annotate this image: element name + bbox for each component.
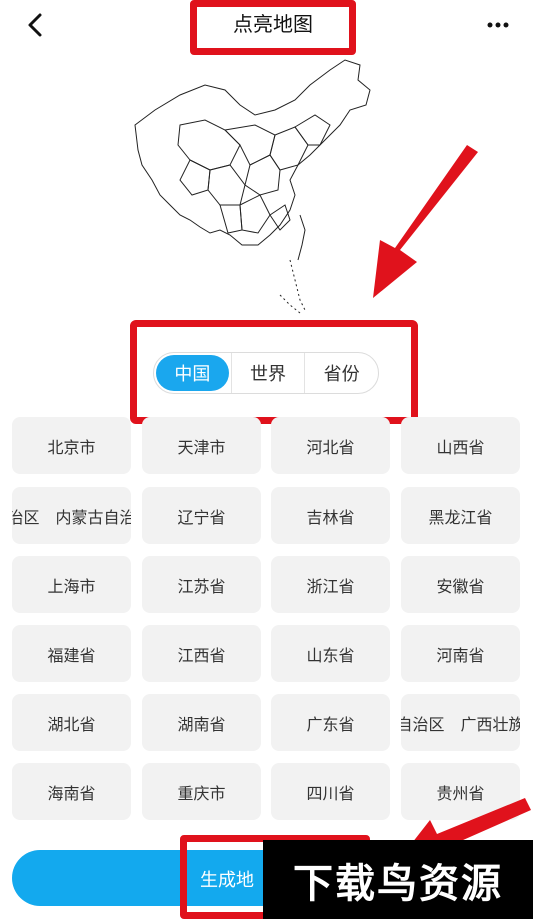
region-tile[interactable]: 治区 内蒙古自治 xyxy=(12,487,131,544)
region-tile[interactable]: 四川省 xyxy=(271,763,390,820)
region-tile[interactable]: 安徽省 xyxy=(401,556,520,613)
region-tile[interactable]: 河北省 xyxy=(271,417,390,474)
region-tile[interactable]: 广东省 xyxy=(271,694,390,751)
tab-world[interactable]: 世界 xyxy=(230,353,305,393)
chevron-left-icon xyxy=(28,13,42,37)
region-tile[interactable]: 天津市 xyxy=(142,417,261,474)
region-tile[interactable]: 福建省 xyxy=(12,625,131,682)
watermark-banner: 下载鸟资源 xyxy=(263,840,533,919)
region-tile[interactable]: 山东省 xyxy=(271,625,390,682)
more-button[interactable] xyxy=(483,10,513,40)
more-dots-icon xyxy=(487,22,509,28)
region-tile[interactable]: 山西省 xyxy=(401,417,520,474)
region-tabs: 中国 世界 省份 xyxy=(153,352,379,394)
region-tile[interactable]: 上海市 xyxy=(12,556,131,613)
region-tile[interactable]: 河南省 xyxy=(401,625,520,682)
region-tile[interactable]: 江苏省 xyxy=(142,556,261,613)
watermark-text: 下载鸟资源 xyxy=(293,860,503,907)
region-tile[interactable]: 重庆市 xyxy=(142,763,261,820)
tab-china[interactable]: 中国 xyxy=(156,355,229,391)
region-tile[interactable]: 江西省 xyxy=(142,625,261,682)
tab-provinces[interactable]: 省份 xyxy=(304,353,378,393)
region-tile[interactable]: 北京市 xyxy=(12,417,131,474)
annotation-arrow-icon xyxy=(373,145,478,298)
region-grid: 北京市 天津市 河北省 山西省 治区 内蒙古自治 辽宁省 吉林省 黑龙江省 上海… xyxy=(12,417,522,839)
china-map xyxy=(134,59,371,314)
back-button[interactable] xyxy=(20,10,50,40)
region-tile[interactable]: 自治区 广西壮族 xyxy=(401,694,520,751)
region-tile[interactable]: 湖南省 xyxy=(142,694,261,751)
title-annotation-frame: 点亮地图 xyxy=(190,0,356,55)
page-title: 点亮地图 xyxy=(233,12,313,36)
region-tile[interactable]: 黑龙江省 xyxy=(401,487,520,544)
region-tile[interactable]: 吉林省 xyxy=(271,487,390,544)
region-tile[interactable]: 湖北省 xyxy=(12,694,131,751)
region-tile[interactable]: 海南省 xyxy=(12,763,131,820)
region-tile[interactable]: 浙江省 xyxy=(271,556,390,613)
region-tile[interactable]: 辽宁省 xyxy=(142,487,261,544)
